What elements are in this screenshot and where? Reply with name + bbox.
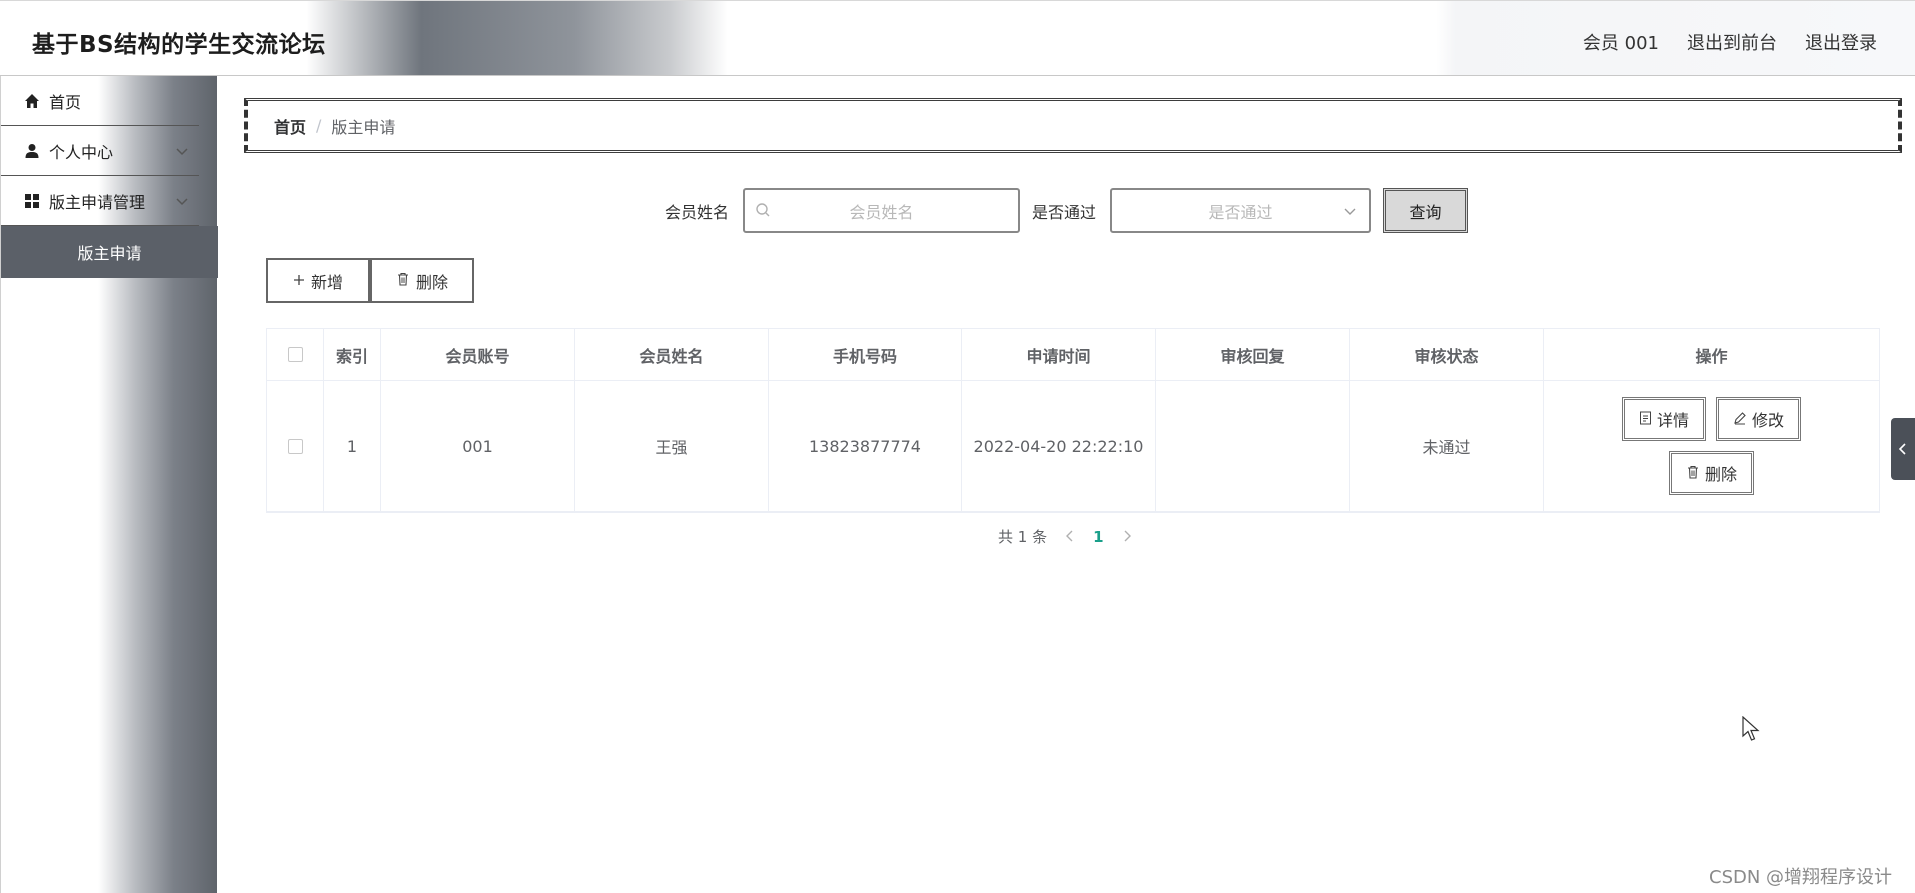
table-header-row: 索引 会员账号 会员姓名 手机号码 申请时间 审核回复 审核状态 操作 [267, 329, 1879, 381]
top-header: 基于BS结构的学生交流论坛 会员 001 退出到前台 退出登录 [0, 0, 1915, 76]
column-header: 审核回复 [1156, 329, 1350, 380]
sidebar-subitem-moderator-apply[interactable]: 版主申请 [1, 226, 218, 278]
header-actions: 会员 001 退出到前台 退出登录 [1583, 29, 1877, 55]
chevron-left-icon [1898, 443, 1906, 455]
query-button[interactable]: 查询 [1383, 188, 1469, 233]
sidebar-item-label: 首页 [49, 92, 82, 112]
app-title: 基于BS结构的学生交流论坛 [32, 32, 326, 58]
breadcrumb-home[interactable]: 首页 [274, 114, 306, 138]
column-header: 会员姓名 [575, 329, 769, 380]
cell-phone: 13823877774 [769, 381, 962, 511]
cell-time: 2022-04-20 22:22:10 [962, 381, 1156, 511]
column-header: 会员账号 [381, 329, 575, 380]
breadcrumb: 首页 / 版主申请 [244, 98, 1902, 153]
action-row: 新增 删除 [266, 258, 474, 303]
apply-table: 索引 会员账号 会员姓名 手机号码 申请时间 审核回复 审核状态 操作 1 00… [266, 328, 1880, 513]
cell-index: 1 [324, 381, 381, 511]
sidebar-item-label: 个人中心 [49, 142, 114, 162]
sidebar-item-moderator-apply-manage[interactable]: 版主申请管理 [1, 176, 199, 226]
side-panel-toggle[interactable] [1891, 418, 1915, 480]
plus-icon [293, 271, 305, 290]
mouse-cursor-icon [1742, 715, 1760, 746]
cell-account: 001 [381, 381, 575, 511]
detail-button-label: 详情 [1656, 411, 1689, 430]
sidebar: 首页 个人中心 版主申请管理 版主申请 [0, 76, 218, 893]
delete-button-label: 删除 [415, 272, 448, 292]
user-icon [23, 142, 41, 160]
chevron-right-icon [1124, 530, 1131, 541]
cell-operations: 详情 修改 删除 [1544, 381, 1879, 511]
trash-icon [396, 271, 410, 290]
trash-icon [1686, 464, 1700, 483]
passed-placeholder: 是否通过 [1208, 202, 1273, 222]
breadcrumb-current: 版主申请 [331, 117, 396, 137]
cell-name: 王强 [575, 381, 769, 511]
next-page-button[interactable] [1122, 528, 1132, 546]
member-name-placeholder: 会员姓名 [849, 202, 914, 222]
detail-button[interactable]: 详情 [1621, 397, 1706, 441]
row-select-cell [267, 381, 324, 511]
sidebar-item-label: 版主申请管理 [49, 192, 146, 212]
pencil-icon [1733, 410, 1747, 429]
edit-button[interactable]: 修改 [1716, 397, 1802, 441]
column-header: 审核状态 [1350, 329, 1544, 380]
chevron-left-icon [1066, 530, 1073, 541]
pagination: 共 1 条 1 [998, 526, 1132, 547]
row-delete-button-label: 删除 [1704, 465, 1737, 484]
page-number-current[interactable]: 1 [1093, 528, 1103, 546]
search-icon [755, 202, 771, 222]
row-delete-button[interactable]: 删除 [1668, 451, 1754, 495]
table-row: 1 001 王强 13823877774 2022-04-20 22:22:10… [267, 381, 1879, 512]
sidebar-item-personal-center[interactable]: 个人中心 [1, 126, 199, 176]
add-button[interactable]: 新增 [266, 258, 370, 303]
watermark: CSDN @增翔程序设计 [1709, 867, 1893, 888]
member-name-label: 会员姓名 [665, 202, 730, 222]
chevron-down-icon [175, 193, 189, 212]
column-header: 手机号码 [769, 329, 962, 380]
row-checkbox[interactable] [287, 438, 303, 454]
add-button-label: 新增 [310, 272, 343, 292]
cell-status: 未通过 [1350, 381, 1544, 511]
chevron-down-icon [175, 143, 189, 162]
user-label: 会员 001 [1582, 33, 1659, 54]
cell-reply [1156, 381, 1350, 511]
prev-page-button[interactable] [1065, 528, 1075, 546]
batch-delete-button[interactable]: 删除 [370, 258, 474, 303]
ops-row: 详情 修改 [1621, 397, 1802, 441]
passed-label: 是否通过 [1032, 202, 1097, 222]
column-header: 操作 [1695, 346, 1728, 366]
sidebar-item-home[interactable]: 首页 [1, 76, 199, 126]
column-header: 索引 [324, 329, 381, 380]
grid-icon [23, 192, 41, 210]
breadcrumb-separator: / [316, 116, 322, 135]
select-all-cell [267, 329, 324, 380]
back-to-front-link[interactable]: 退出到前台 [1687, 29, 1777, 55]
document-icon [1639, 410, 1652, 429]
select-all-checkbox[interactable] [287, 347, 303, 362]
edit-button-label: 修改 [1752, 411, 1785, 430]
chevron-down-icon [1343, 203, 1357, 222]
column-header: 申请时间 [962, 329, 1156, 380]
home-icon [23, 92, 41, 110]
logout-link[interactable]: 退出登录 [1805, 29, 1877, 55]
passed-select[interactable]: 是否通过 [1110, 188, 1372, 233]
pagination-total: 共 1 条 [998, 528, 1048, 546]
search-bar: 会员姓名 会员姓名 是否通过 是否通过 查询 [665, 188, 1469, 233]
member-name-input[interactable]: 会员姓名 [743, 188, 1021, 233]
